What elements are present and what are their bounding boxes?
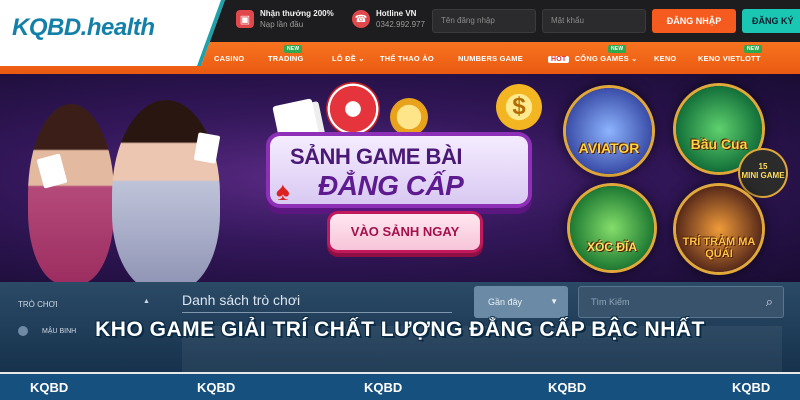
password-input[interactable]: Mật khẩu [542,9,646,33]
search-icon[interactable]: ⌕ [766,287,773,317]
hero-banner: $ SẢNH GAME BÀI ĐẲNG CẤP ♠ VÀO SẢNH NGAY… [0,74,800,282]
game-xoc-dia[interactable]: XÓC ĐĨA [570,186,654,270]
caption-headline: KHO GAME GIẢI TRÍ CHẤT LƯỢNG ĐẲNG CẤP BẬ… [95,318,705,341]
page: ▣ Nhận thưởng 200% Nạp lần đầu ☎ Hotline… [0,0,800,400]
hot-badge: HOT [548,56,570,63]
hostess-image [28,104,114,282]
enter-lobby-button[interactable]: VÀO SẢNH NGAY [330,214,480,250]
sidebar-heading: TRÒ CHƠI [18,300,58,309]
hostess-image [112,100,220,282]
footer-brand: KQBD [732,380,771,395]
chevron-down-icon: ⌄ [358,54,365,63]
game-tri-tram-ma-quai[interactable]: TRÍ TRẢM MA QUÁI [676,186,762,272]
new-badge: NEW [744,45,763,53]
nav-item-label: CỔNG GAMES [574,54,629,63]
new-badge: NEW [284,45,303,53]
game-aviator[interactable]: AVIATOR [566,88,652,174]
hotline-title: Hotline VN [376,9,417,18]
gift-icon: ▣ [236,10,254,28]
sort-select-value: Gần đây [488,297,523,307]
site-logo[interactable]: KQBD.health [12,14,155,42]
promo-banner[interactable]: ▣ Nhận thưởng 200% Nạp lần đầu [236,9,334,29]
nav-item-label: TRADING [268,54,304,63]
mini-game-badge[interactable]: 15 MINI GAME [740,150,786,196]
hero-subtitle: ĐẲNG CẤP [318,170,464,201]
promo-subtitle: Nạp lần đầu [260,20,304,29]
footer-brand: KQBD [30,380,69,395]
footer-brand: KQBD [548,380,587,395]
chevron-down-icon: ⌄ [631,54,638,63]
phone-icon: ☎ [352,10,370,28]
divider [182,312,452,313]
game-label: XÓC ĐĨA [586,240,637,254]
footer-brand: KQBD [364,380,403,395]
game-label: Bầu Cua [690,136,748,152]
nav-item-the-thao-ao[interactable]: THỂ THAO ẢO [380,54,434,63]
poker-chip-image [326,82,380,136]
caret-down-icon: ▼ [550,297,558,306]
nav-item-trading[interactable]: NEW TRADING [268,45,304,63]
hotline-number: 0342.992.977 [376,20,425,29]
spade-icon: ♠ [276,176,290,206]
nav-item-label: LÔ ĐỀ [332,54,356,63]
dollar-coin-icon: $ [496,84,542,130]
login-button[interactable]: ĐĂNG NHẬP [652,9,736,33]
nav-item-label: KENO VIETLOTT [698,54,761,63]
footer-brand: KQBD [197,380,236,395]
nav-item-numbers-game[interactable]: NUMBERS GAME [458,54,523,63]
game-label: TRÍ TRẢM MA QUÁI [682,236,756,260]
hero-title: SẢNH GAME BÀI [290,144,462,169]
hotline[interactable]: ☎ Hotline VN 0342.992.977 [352,9,425,29]
nav-item-keno-vietlott[interactable]: NEW KENO VIETLOTT [698,45,763,63]
watermark-footer: KQBD KQBD KQBD KQBD KQBD [0,372,800,400]
nav-item-lode[interactable]: LÔ ĐỀ ⌄ [332,54,365,63]
username-input[interactable]: Tên đăng nhập [432,9,536,33]
mini-game-label: MINI GAME [741,171,785,180]
nav-item-casino[interactable]: CASINO [214,54,244,63]
sort-select[interactable]: Gần đây ▼ [474,286,568,318]
poker-chip-image [390,98,428,136]
search-input[interactable]: Tìm Kiếm ⌕ [578,286,784,318]
playing-cards-image [193,132,221,164]
game-list-title: Danh sách trò chơi [182,292,301,308]
game-label: AVIATOR [578,140,640,156]
nav-item-cong-games[interactable]: NEW HOT CỔNG GAMES ⌄ [548,45,638,63]
new-badge: NEW [608,45,627,53]
chevron-up-icon[interactable]: ▲ [143,298,150,305]
search-placeholder: Tìm Kiếm [591,297,630,307]
promo-title: Nhận thưởng 200% [260,9,334,18]
mini-game-number: 15 [758,162,768,171]
nav-item-keno[interactable]: KENO [654,54,676,63]
register-button[interactable]: ĐĂNG KÝ [742,9,800,33]
